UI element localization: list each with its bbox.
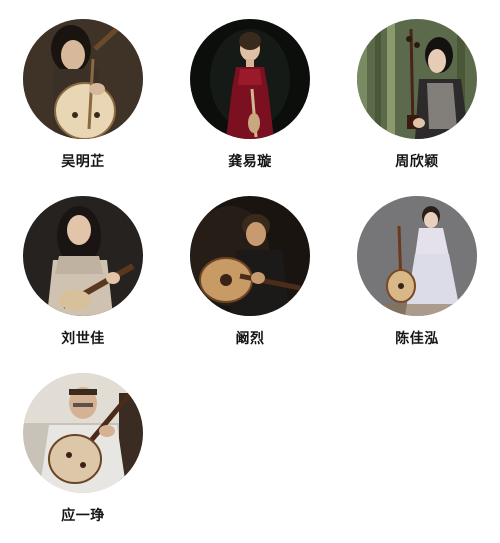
musician-photo: [23, 373, 143, 493]
musician-card-6[interactable]: 陈佳泓: [347, 196, 487, 366]
musician-name[interactable]: 阚烈: [180, 330, 320, 348]
musician-photo: [357, 19, 477, 139]
musician-photo: [190, 196, 310, 316]
musician-grid: 吴明芷 龚易璇 周欣颖 刘世佳 阚烈 陈佳泓 应一琤: [0, 0, 500, 536]
musician-name[interactable]: 吴明芷: [13, 153, 153, 171]
musician-name[interactable]: 龚易璇: [180, 153, 320, 171]
musician-photo: [23, 196, 143, 316]
musician-avatar[interactable]: [23, 19, 143, 139]
musician-name[interactable]: 陈佳泓: [347, 330, 487, 348]
musician-name[interactable]: 应一琤: [13, 507, 153, 525]
musician-card-4[interactable]: 刘世佳: [13, 196, 153, 366]
musician-photo: [23, 19, 143, 139]
musician-card-2[interactable]: 龚易璇: [180, 19, 320, 189]
musician-avatar[interactable]: [357, 19, 477, 139]
musician-card-7[interactable]: 应一琤: [13, 373, 153, 543]
musician-card-5[interactable]: 阚烈: [180, 196, 320, 366]
musician-avatar[interactable]: [23, 196, 143, 316]
musician-name[interactable]: 刘世佳: [13, 330, 153, 348]
musician-card-1[interactable]: 吴明芷: [13, 19, 153, 189]
musician-avatar[interactable]: [23, 373, 143, 493]
musician-photo: [190, 19, 310, 139]
musician-avatar[interactable]: [190, 196, 310, 316]
musician-card-3[interactable]: 周欣颖: [347, 19, 487, 189]
musician-photo: [357, 196, 477, 316]
musician-name[interactable]: 周欣颖: [347, 153, 487, 171]
musician-avatar[interactable]: [357, 196, 477, 316]
musician-avatar[interactable]: [190, 19, 310, 139]
